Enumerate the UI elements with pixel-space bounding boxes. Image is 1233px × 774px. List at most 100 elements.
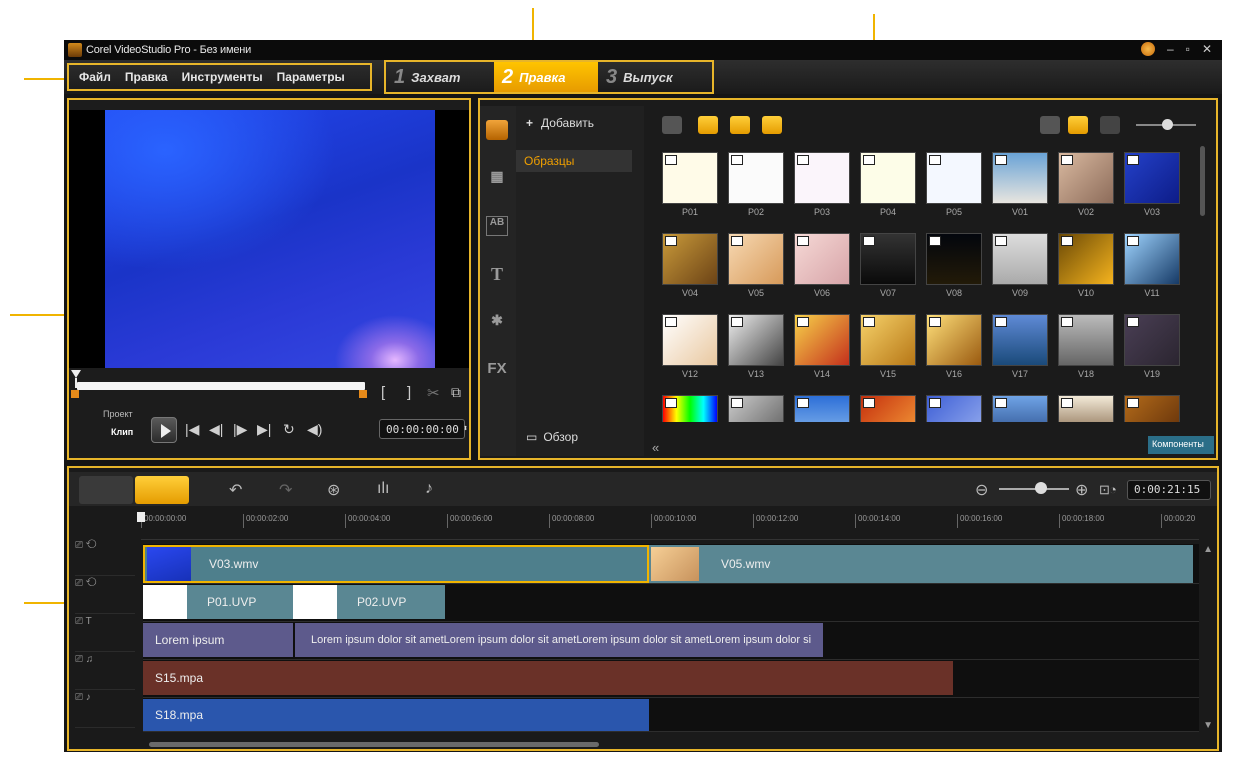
restore-icon[interactable]: ▫ xyxy=(1186,42,1190,56)
filter-category-icon[interactable]: FX xyxy=(486,360,508,380)
thumbnail-view-icon[interactable] xyxy=(1068,116,1088,134)
media-thumbnail[interactable] xyxy=(1124,395,1180,422)
storyboard-view-button[interactable] xyxy=(79,476,133,504)
scroll-down-icon[interactable]: ▼ xyxy=(1203,720,1213,731)
media-thumbnail[interactable]: P03 xyxy=(794,152,850,217)
media-thumbnail[interactable] xyxy=(926,395,982,422)
scroll-up-icon[interactable]: ▲ xyxy=(1203,544,1213,555)
go-to-end-icon[interactable]: ▶| xyxy=(257,421,271,438)
sound-mixer-icon[interactable]: ılı xyxy=(377,480,389,498)
media-thumbnail[interactable] xyxy=(794,395,850,422)
media-thumbnail[interactable] xyxy=(662,395,718,422)
menu-file[interactable]: Файл xyxy=(79,70,111,84)
media-thumbnail[interactable]: V02 xyxy=(1058,152,1114,217)
media-thumbnail[interactable]: V06 xyxy=(794,233,850,298)
graphics-category-icon[interactable]: AB xyxy=(486,216,508,236)
play-button[interactable] xyxy=(151,417,177,443)
music-clip[interactable]: S18.mpa xyxy=(143,699,649,731)
undo-icon[interactable]: ↶ xyxy=(229,480,242,500)
media-thumbnail[interactable]: V05 xyxy=(728,233,784,298)
trim-start-handle[interactable] xyxy=(71,390,79,398)
playhead[interactable] xyxy=(137,512,145,522)
title-clip[interactable]: Lorem ipsum xyxy=(143,623,293,657)
add-folder-button[interactable]: + Добавить xyxy=(526,116,594,130)
media-thumbnail[interactable]: V16 xyxy=(926,314,982,379)
media-thumbnail[interactable]: P02 xyxy=(728,152,784,217)
media-thumbnail[interactable]: V03 xyxy=(1124,152,1180,217)
sort-icon[interactable] xyxy=(1100,116,1120,134)
media-thumbnail[interactable]: P04 xyxy=(860,152,916,217)
media-thumbnail[interactable]: P01 xyxy=(662,152,718,217)
folder-icon[interactable] xyxy=(662,116,682,134)
overlay-clip[interactable]: P01.UVP xyxy=(143,585,293,619)
minimize-icon[interactable]: – xyxy=(1167,42,1174,56)
media-thumbnail[interactable]: V15 xyxy=(860,314,916,379)
zoom-out-icon[interactable]: ⊖ xyxy=(975,480,988,500)
step-edit[interactable]: 2 Правка xyxy=(494,62,598,92)
gallery-scrollbar[interactable] xyxy=(1200,146,1205,216)
menu-settings[interactable]: Параметры xyxy=(277,70,345,84)
show-audio-icon[interactable] xyxy=(762,116,782,134)
browse-button[interactable]: ▭ Обзор xyxy=(526,430,578,444)
trim-end-handle[interactable] xyxy=(359,390,367,398)
media-thumbnail[interactable]: V08 xyxy=(926,233,982,298)
project-mode-label[interactable]: Проект xyxy=(103,409,133,419)
media-thumbnail[interactable]: V07 xyxy=(860,233,916,298)
repeat-icon[interactable]: ↻ xyxy=(283,421,295,438)
list-view-icon[interactable] xyxy=(1040,116,1060,134)
media-thumbnail[interactable]: V11 xyxy=(1124,233,1180,298)
clip-mode-label[interactable]: Клип xyxy=(111,427,133,437)
media-thumbnail[interactable]: V18 xyxy=(1058,314,1114,379)
close-icon[interactable]: ✕ xyxy=(1202,42,1212,56)
help-icon[interactable] xyxy=(1140,42,1155,56)
timecode-stepper-icon[interactable]: ⬍ xyxy=(463,424,468,434)
media-thumbnail[interactable]: P05 xyxy=(926,152,982,217)
show-video-icon[interactable] xyxy=(698,116,718,134)
video-clip[interactable]: V03.wmv xyxy=(143,545,649,583)
video-clip[interactable]: V05.wmv xyxy=(649,545,1193,583)
media-thumbnail[interactable]: V09 xyxy=(992,233,1048,298)
redo-icon[interactable]: ↷ xyxy=(279,480,292,500)
split-clip-icon[interactable]: ✂ xyxy=(427,384,440,402)
next-frame-icon[interactable]: |▶ xyxy=(233,421,247,438)
menu-edit[interactable]: Правка xyxy=(125,70,168,84)
volume-icon[interactable]: ◀) xyxy=(307,421,322,438)
folder-samples[interactable]: Образцы xyxy=(516,150,632,172)
overlay-track-header[interactable]: ⎚ ⟲ xyxy=(75,578,135,614)
media-thumbnail[interactable] xyxy=(992,395,1048,422)
mark-out-button[interactable]: ] xyxy=(407,384,411,401)
music-track-header[interactable]: ⎚ ♪ xyxy=(75,692,135,728)
media-thumbnail[interactable]: V10 xyxy=(1058,233,1114,298)
instant-project-icon[interactable]: ✱ xyxy=(486,312,508,332)
video-track-header[interactable]: ⎚ ⟲ xyxy=(75,540,135,576)
menu-tools[interactable]: Инструменты xyxy=(182,70,263,84)
title-category-icon[interactable]: T xyxy=(486,264,508,284)
components-button[interactable]: Компоненты xyxy=(1148,436,1214,454)
title-track-header[interactable]: ⎚ T xyxy=(75,616,135,652)
media-thumbnail[interactable]: V14 xyxy=(794,314,850,379)
media-thumbnail[interactable]: V01 xyxy=(992,152,1048,217)
media-thumbnail[interactable]: V19 xyxy=(1124,314,1180,379)
zoom-in-icon[interactable]: ⊕ xyxy=(1075,480,1088,500)
timeline-horizontal-scrollbar[interactable] xyxy=(149,742,599,747)
voice-clip[interactable]: S15.mpa xyxy=(143,661,953,695)
mark-in-button[interactable]: [ xyxy=(381,384,385,401)
title-clip[interactable]: Lorem ipsum dolor sit ametLorem ipsum do… xyxy=(295,623,823,657)
overlay-clip[interactable]: P02.UVP xyxy=(293,585,445,619)
media-category-icon[interactable] xyxy=(486,120,508,140)
media-thumbnail[interactable] xyxy=(1058,395,1114,422)
auto-music-icon[interactable]: ♪ xyxy=(425,480,433,498)
media-thumbnail[interactable] xyxy=(728,395,784,422)
collapse-icon[interactable]: « xyxy=(652,440,659,455)
show-photo-icon[interactable] xyxy=(730,116,750,134)
step-capture[interactable]: 1 Захват xyxy=(386,62,494,92)
go-to-start-icon[interactable]: |◀ xyxy=(185,421,199,438)
timeline-view-button[interactable] xyxy=(135,476,189,504)
thumbnail-size-knob[interactable] xyxy=(1162,119,1173,130)
step-share[interactable]: 3 Выпуск xyxy=(598,62,712,92)
media-thumbnail[interactable] xyxy=(860,395,916,422)
media-thumbnail[interactable]: V13 xyxy=(728,314,784,379)
media-thumbnail[interactable]: V04 xyxy=(662,233,718,298)
timeline-ruler[interactable]: 00:00:00:00 00:00:02:00 00:00:04:00 00:00:0… xyxy=(137,512,1199,540)
previous-frame-icon[interactable]: ◀| xyxy=(209,421,223,438)
